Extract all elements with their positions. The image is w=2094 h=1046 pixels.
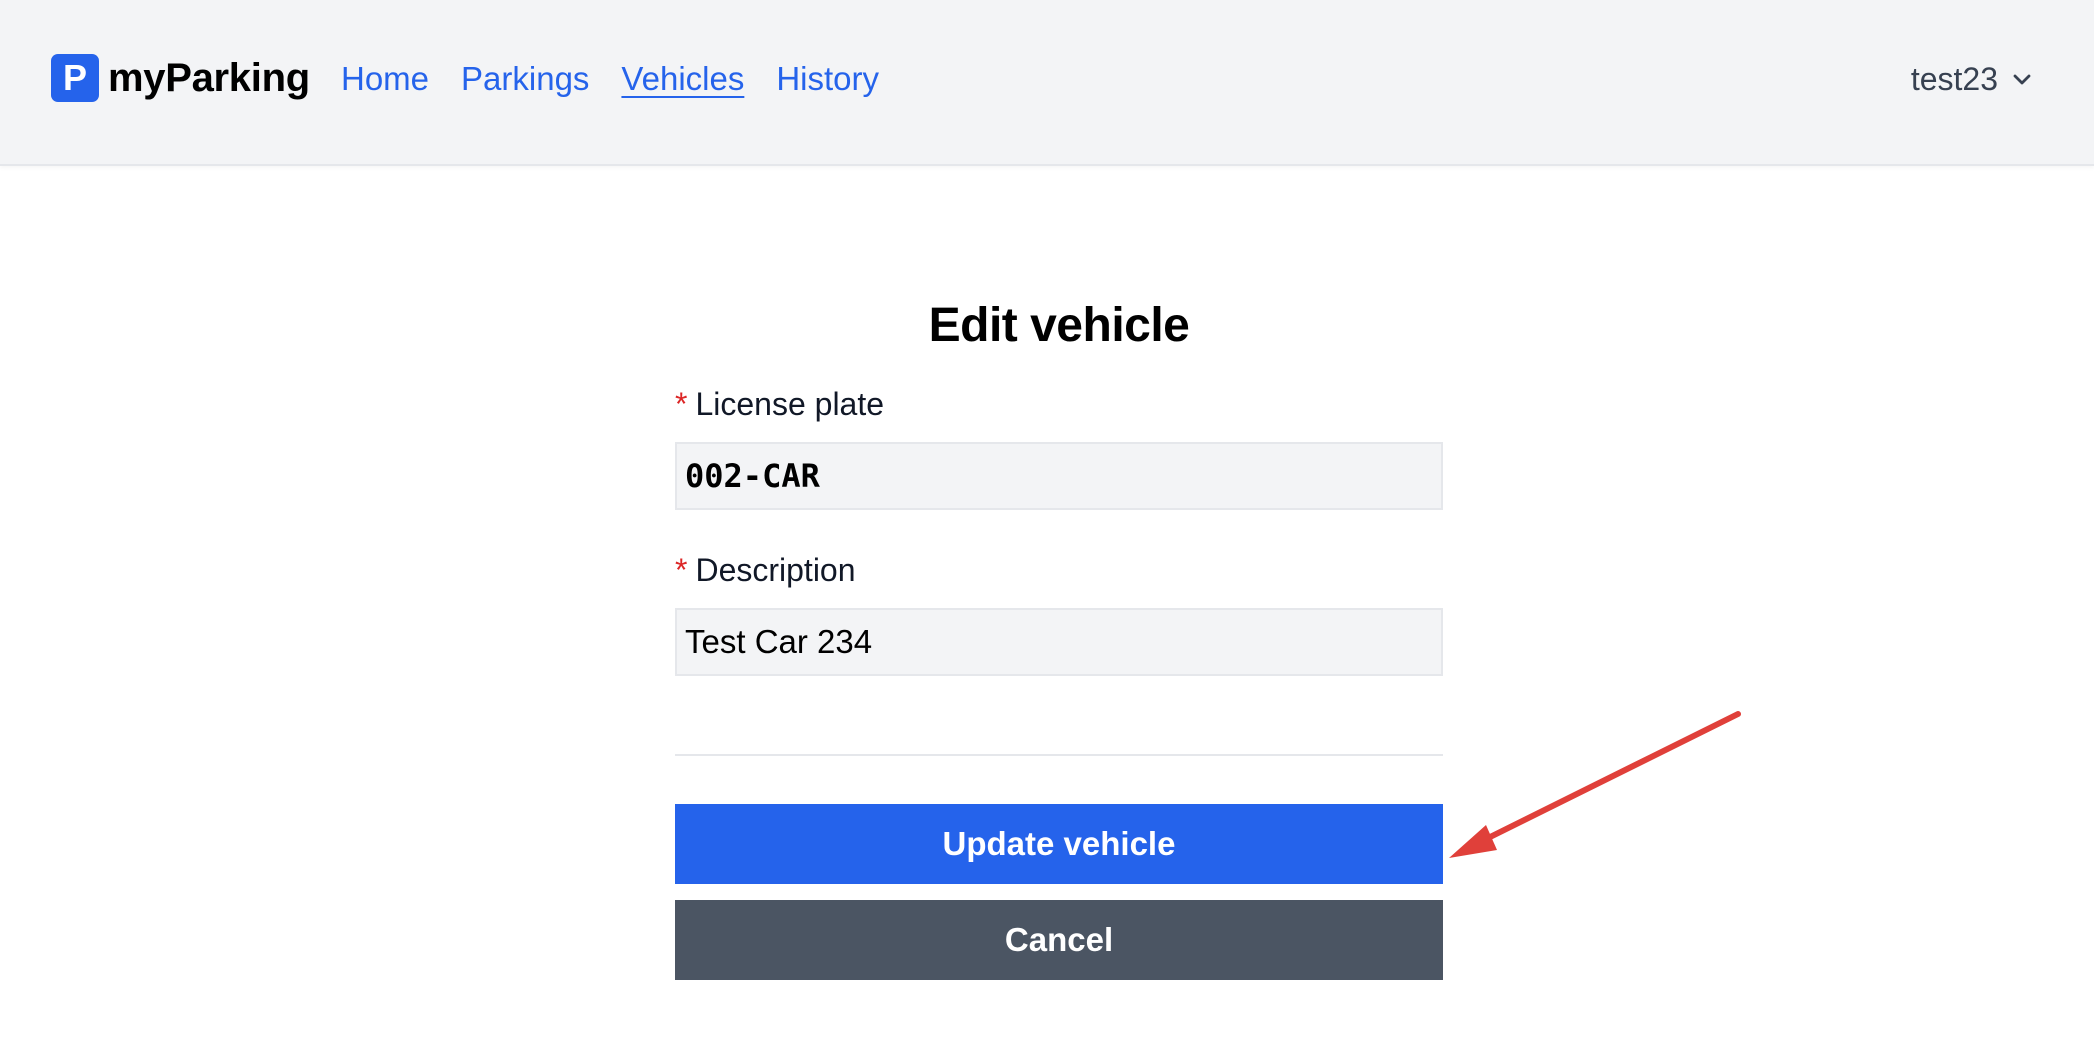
top-navbar: P myParking Home Parkings Vehicles Histo… bbox=[0, 0, 2094, 166]
license-plate-label: * License plate bbox=[675, 384, 1443, 424]
nav-link-history[interactable]: History bbox=[776, 56, 879, 102]
username-label: test23 bbox=[1910, 61, 1998, 97]
brand-home-link[interactable]: P myParking bbox=[51, 54, 310, 102]
description-label-text: Description bbox=[695, 552, 856, 588]
required-marker: * bbox=[675, 386, 688, 422]
page-title: Edit vehicle bbox=[928, 299, 1190, 352]
brand-name: myParking bbox=[108, 55, 310, 100]
chevron-down-icon bbox=[2013, 74, 2031, 85]
description-label: * Description bbox=[675, 550, 1443, 590]
main-nav: Home Parkings Vehicles History bbox=[341, 56, 911, 102]
nav-link-vehicles[interactable]: Vehicles bbox=[621, 56, 744, 102]
update-vehicle-button[interactable]: Update vehicle bbox=[675, 804, 1443, 884]
license-plate-input[interactable] bbox=[675, 442, 1443, 510]
nav-link-parkings[interactable]: Parkings bbox=[461, 56, 589, 102]
description-input[interactable] bbox=[675, 608, 1443, 676]
cancel-button[interactable]: Cancel bbox=[675, 900, 1443, 980]
edit-vehicle-form: Edit vehicle *License plate *Description… bbox=[675, 290, 1443, 980]
required-marker: * bbox=[675, 552, 688, 588]
parking-logo-icon: P bbox=[51, 54, 99, 102]
nav-link-home[interactable]: Home bbox=[341, 56, 429, 102]
user-menu-dropdown[interactable]: test23 bbox=[1911, 56, 2032, 102]
license-plate-label-text: License plate bbox=[695, 386, 885, 422]
form-divider bbox=[675, 754, 1443, 756]
